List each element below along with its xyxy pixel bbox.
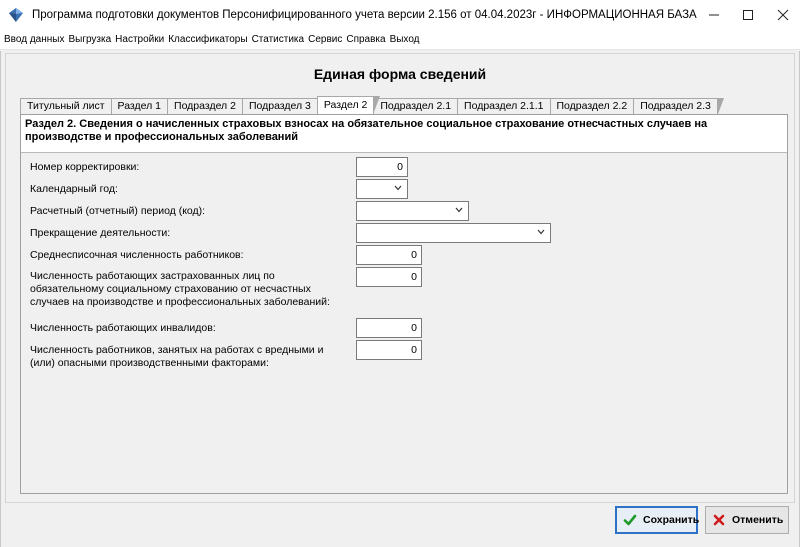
client-area: Единая форма сведений Титульный лист Раз… (0, 51, 800, 547)
tab-subsection-2-1[interactable]: Подраздел 2.1 (373, 98, 464, 114)
tab-section-1[interactable]: Раздел 1 (110, 98, 175, 114)
menu-export[interactable]: Выгрузка (68, 34, 115, 45)
menu-settings[interactable]: Настройки (115, 34, 168, 45)
menu-classifiers[interactable]: Классификаторы (168, 34, 251, 45)
title-bar: Программа подготовки документов Персониф… (0, 0, 800, 30)
cancel-button[interactable]: Отменить (705, 506, 789, 534)
checkmark-icon (623, 513, 637, 527)
chevron-down-icon (454, 205, 464, 215)
menu-exit[interactable]: Выход (390, 34, 424, 45)
chevron-down-icon (536, 227, 546, 237)
insured-count-label: Численность работающих застрахованных ли… (30, 270, 330, 308)
termination-select[interactable] (356, 223, 551, 243)
tab-subsection-2[interactable]: Подраздел 2 (167, 98, 249, 114)
hazardous-count-label: Численность работников, занятых на работ… (30, 344, 324, 369)
cancel-button-label: Отменить (732, 514, 784, 526)
termination-label: Прекращение деятельности: (30, 227, 171, 239)
app-icon (8, 7, 24, 23)
menu-data-entry[interactable]: Ввод данных (4, 34, 68, 45)
menu-bar: Ввод данных Выгрузка Настройки Классифик… (0, 30, 800, 50)
calendar-year-select[interactable] (356, 179, 408, 199)
tab-strip: Титульный лист Раздел 1 Подраздел 2 Подр… (20, 96, 724, 114)
period-code-label: Расчетный (отчетный) период (код): (30, 205, 206, 217)
save-button[interactable]: Сохранить (615, 506, 700, 534)
maximize-button[interactable] (731, 0, 765, 30)
form-title: Единая форма сведений (313, 66, 487, 82)
tab-subsection-3[interactable]: Подраздел 3 (241, 98, 324, 114)
calendar-year-label: Календарный год: (30, 183, 118, 195)
section-heading: Раздел 2. Сведения о начисленных страхов… (21, 115, 787, 153)
tab-section-2[interactable]: Раздел 2 (316, 96, 381, 114)
close-x-icon (712, 513, 726, 527)
menu-service[interactable]: Сервис (308, 34, 346, 45)
disabled-count-label: Численность работающих инвалидов: (30, 322, 216, 334)
hazardous-count-input[interactable]: 0 (356, 340, 422, 360)
minimize-button[interactable] (697, 0, 731, 30)
window-title: Программа подготовки документов Персониф… (32, 9, 697, 21)
tab-title-page[interactable]: Титульный лист (20, 98, 118, 114)
avg-headcount-input[interactable]: 0 (356, 245, 422, 265)
correction-number-input[interactable]: 0 (356, 157, 408, 177)
correction-number-label: Номер корректировки: (30, 161, 140, 173)
menu-help[interactable]: Справка (346, 34, 389, 45)
insured-count-input[interactable]: 0 (356, 267, 422, 287)
tab-subsection-2-1-1[interactable]: Подраздел 2.1.1 (457, 98, 557, 114)
tab-content: Раздел 2. Сведения о начисленных страхов… (20, 114, 788, 494)
avg-headcount-label: Среднесписочная численность работников: (30, 249, 244, 261)
menu-statistics[interactable]: Статистика (252, 34, 309, 45)
period-code-select[interactable] (356, 201, 469, 221)
tab-subsection-2-3[interactable]: Подраздел 2.3 (633, 98, 724, 114)
close-button[interactable] (766, 0, 800, 30)
disabled-count-input[interactable]: 0 (356, 318, 422, 338)
form-panel: Единая форма сведений Титульный лист Раз… (5, 53, 795, 503)
save-button-label: Сохранить (643, 514, 700, 526)
tab-subsection-2-2[interactable]: Подраздел 2.2 (549, 98, 640, 114)
chevron-down-icon (393, 183, 403, 193)
